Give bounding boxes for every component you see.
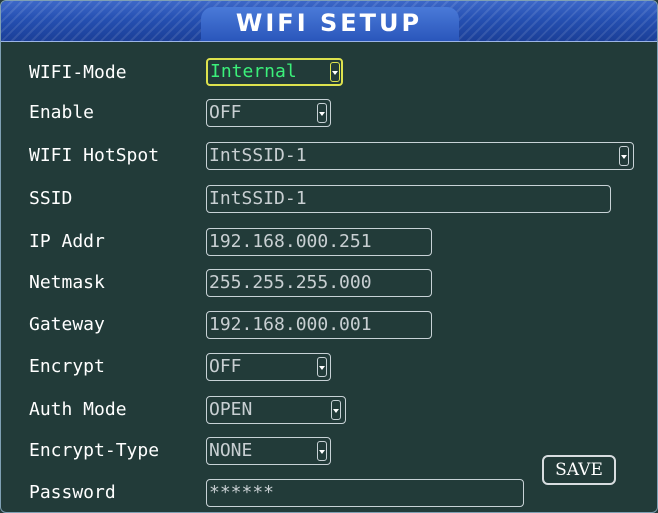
- enable-value: OFF: [209, 102, 242, 123]
- password-value: ******: [209, 482, 275, 503]
- wifi-mode-value: Internal: [210, 61, 297, 82]
- page-title: WIFI SETUP: [235, 9, 423, 37]
- dropdown-arrow-icon[interactable]: [317, 103, 327, 123]
- encrypt-type-value: NONE: [209, 440, 253, 461]
- netmask-input[interactable]: 255.255.255.000: [206, 269, 432, 297]
- wifi-setup-dialog: WIFI SETUP WIFI-Mode Internal Enable OFF…: [0, 0, 658, 513]
- wifi-mode-select[interactable]: Internal: [206, 58, 343, 86]
- gateway-label: Gateway: [29, 314, 105, 335]
- password-label: Password: [29, 482, 116, 503]
- dropdown-arrow-icon[interactable]: [331, 400, 341, 420]
- netmask-label: Netmask: [29, 272, 105, 293]
- wifi-hotspot-label: WIFI HotSpot: [29, 145, 160, 166]
- password-input[interactable]: ******: [206, 479, 524, 507]
- enable-label: Enable: [29, 102, 95, 123]
- wifi-hotspot-value: IntSSID-1: [209, 145, 307, 166]
- ssid-input[interactable]: IntSSID-1: [206, 185, 611, 213]
- gateway-input[interactable]: 192.168.000.001: [206, 311, 432, 339]
- encrypt-type-label: Encrypt-Type: [29, 440, 160, 461]
- encrypt-value: OFF: [209, 356, 242, 377]
- dropdown-arrow-icon[interactable]: [619, 146, 629, 166]
- netmask-value: 255.255.255.000: [209, 272, 372, 293]
- save-button[interactable]: SAVE: [542, 455, 616, 485]
- enable-select[interactable]: OFF: [206, 99, 331, 127]
- ssid-value: IntSSID-1: [209, 188, 307, 209]
- wifi-hotspot-select[interactable]: IntSSID-1: [206, 142, 634, 170]
- ip-addr-value: 192.168.000.251: [209, 231, 372, 252]
- auth-mode-select[interactable]: OPEN: [206, 396, 346, 424]
- encrypt-type-select[interactable]: NONE: [206, 437, 331, 465]
- gateway-value: 192.168.000.001: [209, 314, 372, 335]
- dropdown-arrow-icon[interactable]: [317, 441, 327, 461]
- auth-mode-value: OPEN: [209, 399, 253, 420]
- ip-addr-label: IP Addr: [29, 231, 105, 252]
- encrypt-label: Encrypt: [29, 356, 105, 377]
- dropdown-arrow-icon[interactable]: [317, 357, 327, 377]
- ssid-label: SSID: [29, 188, 73, 209]
- dropdown-arrow-icon[interactable]: [330, 62, 340, 82]
- encrypt-select[interactable]: OFF: [206, 353, 331, 381]
- title-bar: WIFI SETUP: [1, 1, 657, 42]
- wifi-mode-label: WIFI-Mode: [29, 62, 127, 83]
- ip-addr-input[interactable]: 192.168.000.251: [206, 228, 432, 256]
- auth-mode-label: Auth Mode: [29, 399, 127, 420]
